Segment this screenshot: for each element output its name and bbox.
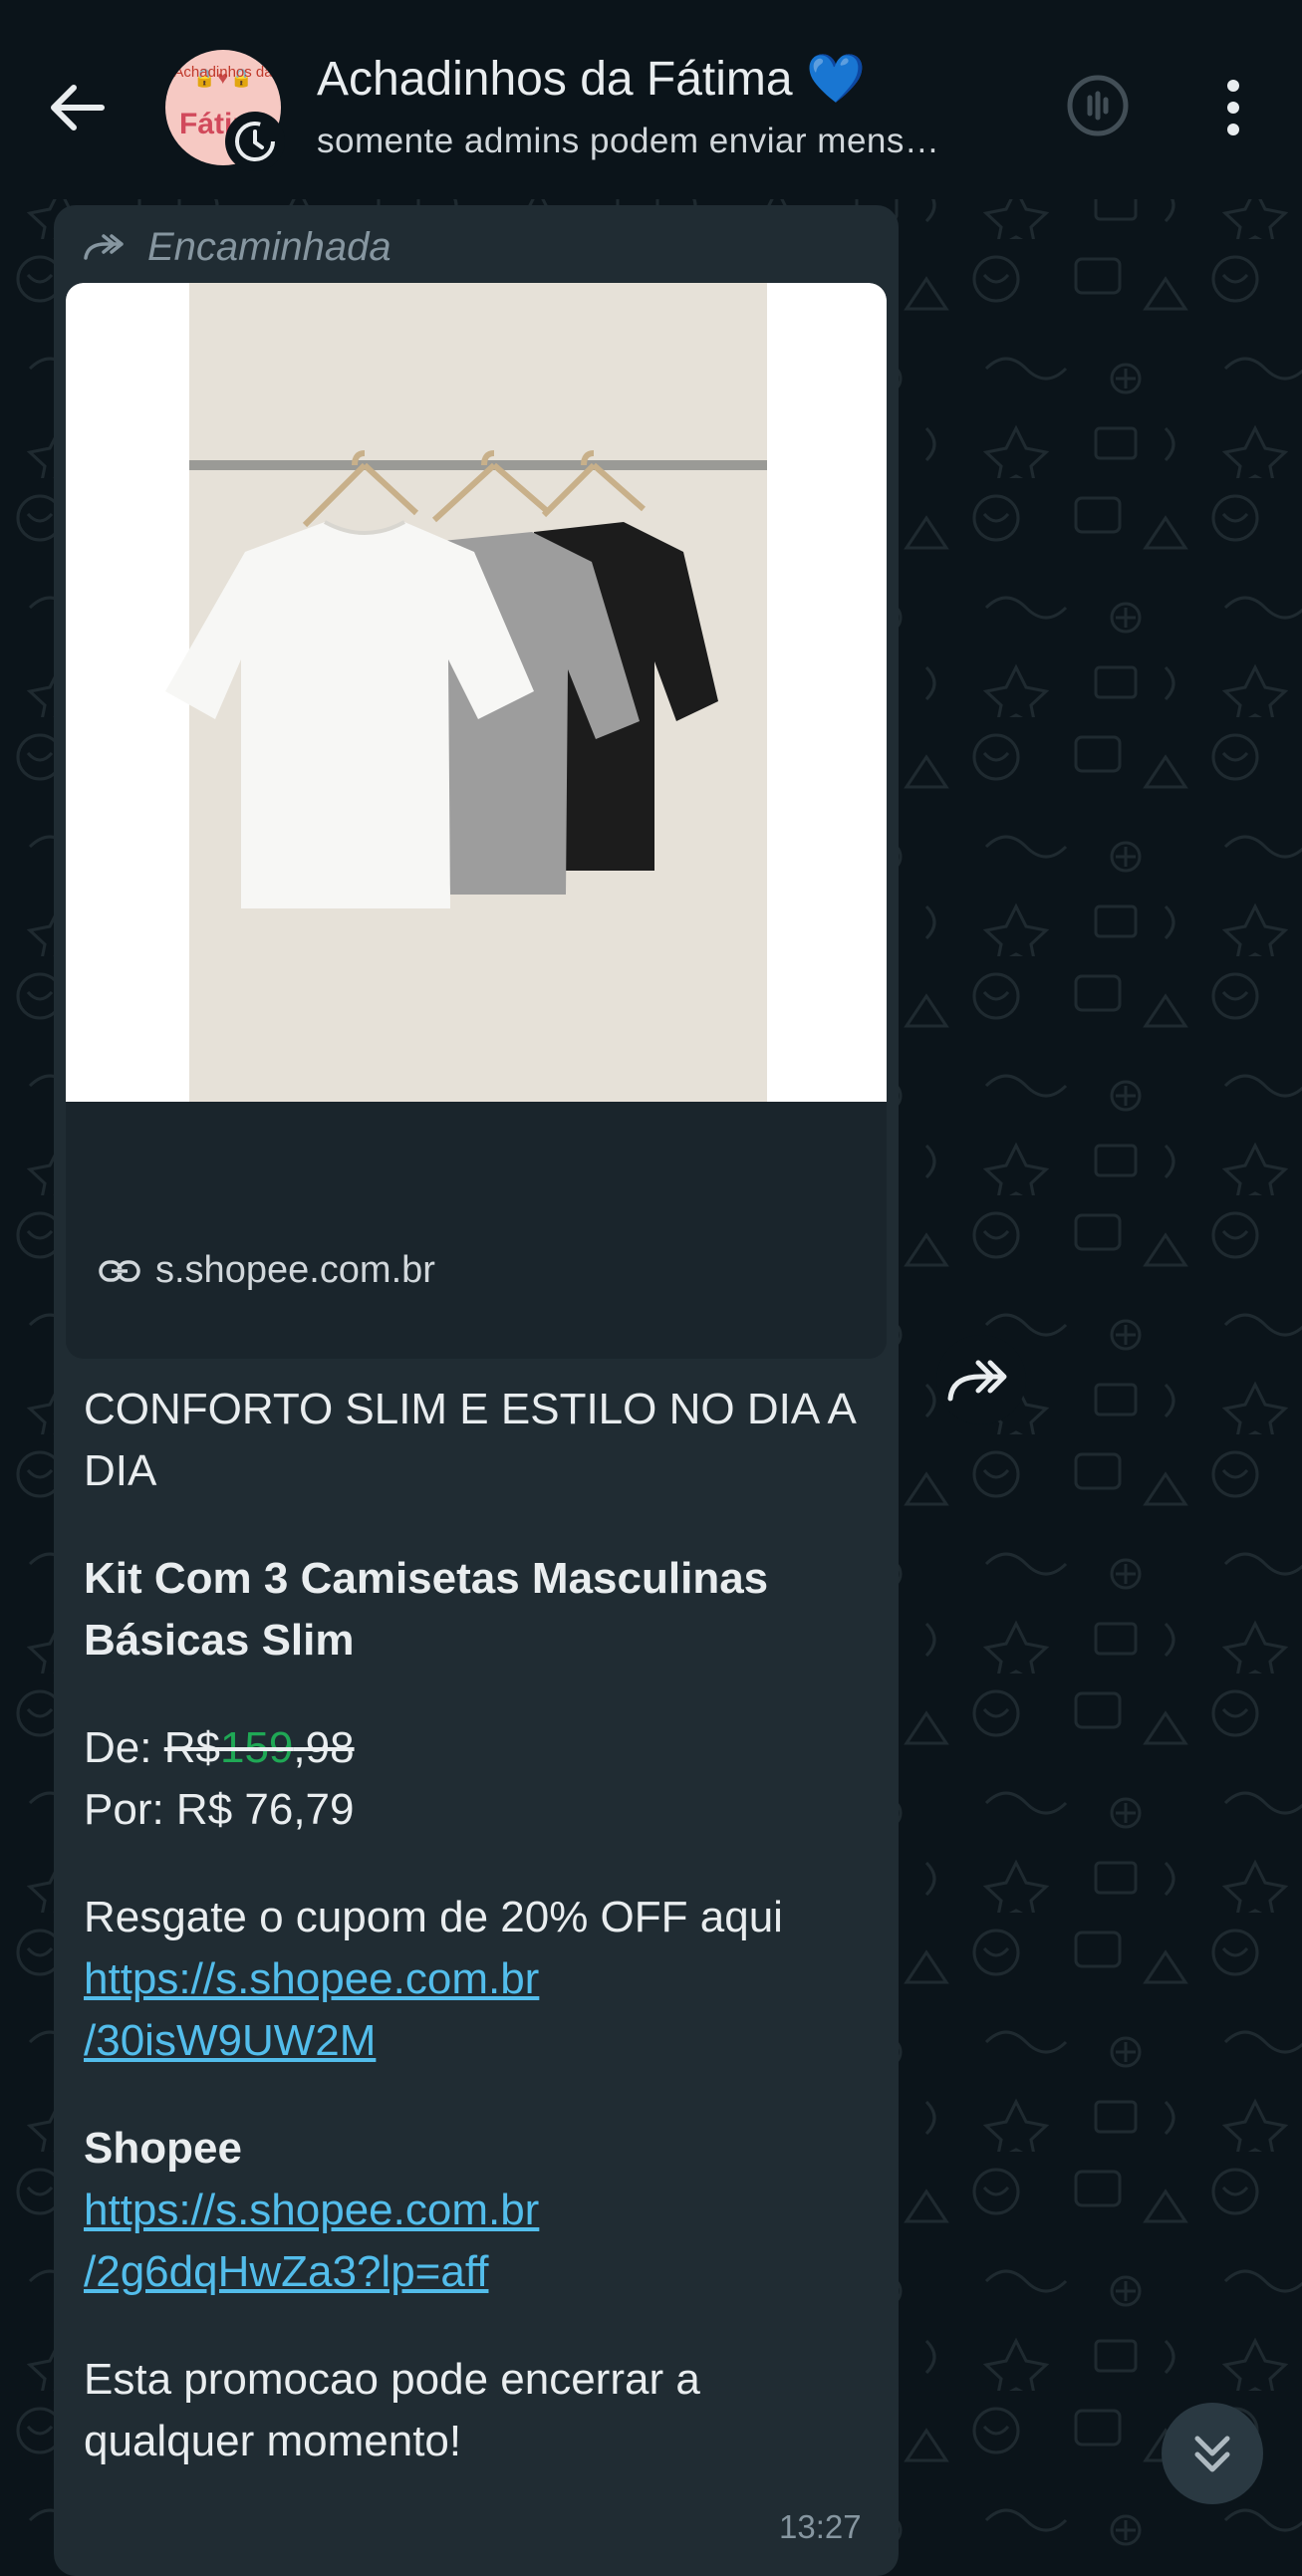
product-name: Kit Com 3 Camisetas Masculinas Básicas S…	[84, 1554, 769, 1665]
chat-subtitle: somente admins podem enviar mens…	[317, 122, 940, 160]
chat-header: 🔒♥🔒 Achadinhos da Fátim Achadinhos da Fá…	[0, 0, 1302, 199]
price-from-label: De:	[84, 1723, 152, 1772]
community-badge-icon	[225, 112, 285, 171]
avatar-text-top: Achadinhos da	[173, 64, 273, 81]
coupon-text: Resgate o cupom de 20% OFF aqui	[84, 1893, 783, 1941]
product-image[interactable]	[66, 283, 887, 1102]
message-timestamp: 13:27	[779, 2508, 862, 2545]
price-from-dec: ,98	[293, 1723, 355, 1772]
link-preview[interactable]: s.shopee.com.br	[66, 283, 887, 1359]
store-link-line: https://s.shopee.com.br/2g6dqHwZa3?lp=af…	[84, 2180, 881, 2303]
price-to: Por: R$ 76,79	[84, 1785, 355, 1834]
forwarded-icon	[84, 234, 124, 260]
price-from-currency: R$	[163, 1723, 220, 1772]
forward-button[interactable]	[936, 1335, 1026, 1424]
headline: CONFORTO SLIM E ESTILO NO DIA A DIA	[84, 1385, 855, 1495]
forwarded-label: Encaminhada	[147, 224, 391, 269]
forwarded-indicator: Encaminhada	[82, 217, 391, 277]
message-bubble[interactable]: Encaminhada s.shopee.com.br CONFORTO SLI…	[54, 205, 899, 2576]
chat-title[interactable]: Achadinhos da Fátima 💙	[317, 50, 866, 107]
double-chevron-down-icon	[1194, 2436, 1230, 2472]
more-vert-icon[interactable]	[1213, 74, 1253, 143]
blue-heart-emoji: 💙	[805, 53, 866, 106]
link-preview-domain-row: s.shopee.com.br	[98, 1249, 435, 1292]
coupon-link[interactable]: https://s.shopee.com.br/30isW9UW2M	[84, 1954, 539, 2065]
link-icon	[99, 1259, 140, 1282]
back-arrow-icon[interactable]	[40, 70, 116, 145]
coupon-line: Resgate o cupom de 20% OFF aqui https://…	[84, 1887, 881, 2072]
price-from-int: 159	[219, 1723, 294, 1772]
scroll-to-bottom-button[interactable]	[1162, 2403, 1263, 2504]
link-preview-domain: s.shopee.com.br	[155, 1249, 435, 1291]
footer-text: Esta promocao pode encerrar a qualquer m…	[84, 2355, 700, 2465]
store-name: Shopee	[84, 2124, 242, 2173]
voice-chat-icon[interactable]	[1062, 70, 1134, 141]
forward-icon	[947, 1360, 1007, 1402]
message-text: CONFORTO SLIM E ESTILO NO DIA A DIA Kit …	[84, 1379, 881, 2472]
price-from: De: R$159,98	[84, 1717, 881, 1779]
chat-title-text: Achadinhos da Fátima	[317, 53, 793, 106]
store-link[interactable]: https://s.shopee.com.br/2g6dqHwZa3?lp=af…	[84, 2186, 539, 2296]
